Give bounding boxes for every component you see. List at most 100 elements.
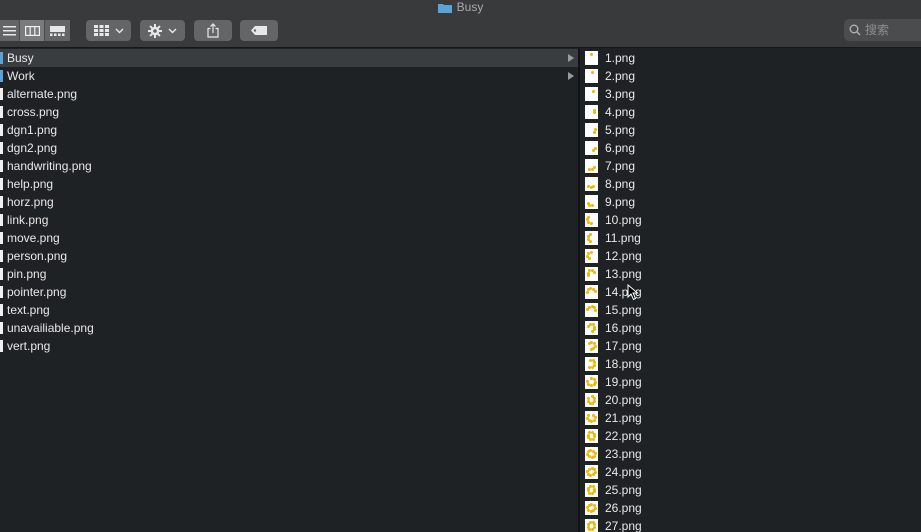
item-label: 5.png <box>605 123 636 137</box>
grid-group-icon <box>93 25 109 36</box>
item-label: link.png <box>7 213 49 227</box>
image-thumbnail-icon <box>585 483 598 497</box>
image-thumbnail-icon <box>585 267 598 281</box>
item-label: text.png <box>7 303 50 317</box>
file-row[interactable]: handwriting.png <box>0 157 578 175</box>
item-label: 2.png <box>605 69 636 83</box>
file-row[interactable]: 27.png <box>580 517 921 532</box>
file-row[interactable]: text.png <box>0 301 578 319</box>
item-label: 13.png <box>605 267 642 281</box>
file-icon <box>0 178 3 190</box>
file-row[interactable]: 9.png <box>580 193 921 211</box>
tags-button[interactable] <box>240 20 278 41</box>
file-row[interactable]: 17.png <box>580 337 921 355</box>
file-row[interactable]: 11.png <box>580 229 921 247</box>
file-row[interactable]: 20.png <box>580 391 921 409</box>
file-row[interactable]: 25.png <box>580 481 921 499</box>
image-thumbnail-icon <box>585 393 598 407</box>
item-label: 17.png <box>605 339 642 353</box>
item-label: alternate.png <box>7 87 78 101</box>
image-thumbnail-icon <box>585 105 598 119</box>
image-thumbnail-icon <box>585 87 598 101</box>
column-view-button[interactable] <box>20 20 45 41</box>
file-row[interactable]: move.png <box>0 229 578 247</box>
image-thumbnail-icon <box>585 69 598 83</box>
item-label: 22.png <box>605 429 642 443</box>
file-row[interactable]: dgn1.png <box>0 121 578 139</box>
file-row[interactable]: 8.png <box>580 175 921 193</box>
file-icon <box>0 196 3 208</box>
file-row[interactable]: 2.png <box>580 67 921 85</box>
item-label: cross.png <box>7 105 60 119</box>
file-row[interactable]: 1.png <box>580 49 921 67</box>
file-row[interactable]: help.png <box>0 175 578 193</box>
file-row[interactable]: 13.png <box>580 265 921 283</box>
column-view-icon <box>24 25 40 36</box>
item-label: 7.png <box>605 159 636 173</box>
file-row[interactable]: 21.png <box>580 409 921 427</box>
item-label: 4.png <box>605 105 636 119</box>
item-label: 18.png <box>605 357 642 371</box>
group-by-button[interactable] <box>86 20 131 41</box>
image-thumbnail-icon <box>585 303 598 317</box>
file-row[interactable]: alternate.png <box>0 85 578 103</box>
file-row[interactable]: 19.png <box>580 373 921 391</box>
file-row[interactable]: 10.png <box>580 211 921 229</box>
image-thumbnail-icon <box>585 375 598 389</box>
item-label: 25.png <box>605 483 642 497</box>
file-row[interactable]: 26.png <box>580 499 921 517</box>
search-input[interactable] <box>865 23 915 37</box>
item-label: 10.png <box>605 213 642 227</box>
image-thumbnail-icon <box>585 465 598 479</box>
search-field[interactable] <box>844 19 921 41</box>
image-thumbnail-icon <box>585 285 598 299</box>
file-row[interactable]: vert.png <box>0 337 578 355</box>
file-row[interactable]: person.png <box>0 247 578 265</box>
file-row[interactable]: unavailiable.png <box>0 319 578 337</box>
file-row[interactable]: 22.png <box>580 427 921 445</box>
item-label: Work <box>7 69 35 83</box>
file-row[interactable]: 24.png <box>580 463 921 481</box>
file-row[interactable]: 3.png <box>580 85 921 103</box>
image-thumbnail-icon <box>585 357 598 371</box>
file-row[interactable]: horz.png <box>0 193 578 211</box>
toolbar <box>0 14 921 48</box>
file-icon <box>0 340 3 352</box>
gallery-view-icon <box>50 25 65 36</box>
image-thumbnail-icon <box>585 195 598 209</box>
item-label: 20.png <box>605 393 642 407</box>
item-label: person.png <box>7 249 68 263</box>
file-icon <box>0 160 3 172</box>
folder-row[interactable]: Work <box>0 67 578 85</box>
file-row[interactable]: dgn2.png <box>0 139 578 157</box>
file-row[interactable]: cross.png <box>0 103 578 121</box>
action-menu-button[interactable] <box>140 20 185 41</box>
chevron-down-icon <box>168 28 177 33</box>
item-label: pin.png <box>7 267 47 281</box>
file-row[interactable]: 15.png <box>580 301 921 319</box>
file-row[interactable]: 4.png <box>580 103 921 121</box>
share-button[interactable] <box>194 20 232 41</box>
file-row[interactable]: 18.png <box>580 355 921 373</box>
file-row[interactable]: pin.png <box>0 265 578 283</box>
gallery-view-button[interactable] <box>45 20 70 41</box>
file-row[interactable]: 7.png <box>580 157 921 175</box>
item-label: unavailiable.png <box>7 321 94 335</box>
file-row[interactable]: 12.png <box>580 247 921 265</box>
file-row[interactable]: 23.png <box>580 445 921 463</box>
file-row[interactable]: link.png <box>0 211 578 229</box>
image-thumbnail-icon <box>585 141 598 155</box>
file-icon <box>0 106 3 118</box>
file-row[interactable]: pointer.png <box>0 283 578 301</box>
list-view-button[interactable] <box>0 20 20 41</box>
item-label: 15.png <box>605 303 642 317</box>
disclosure-chevron-icon <box>568 54 574 62</box>
item-label: 26.png <box>605 501 642 515</box>
file-icon <box>0 322 3 334</box>
folder-row[interactable]: Busy <box>0 49 578 67</box>
item-label: Busy <box>7 51 34 65</box>
file-row[interactable]: 16.png <box>580 319 921 337</box>
file-row[interactable]: 5.png <box>580 121 921 139</box>
file-row[interactable]: 6.png <box>580 139 921 157</box>
item-label: 1.png <box>605 51 636 65</box>
